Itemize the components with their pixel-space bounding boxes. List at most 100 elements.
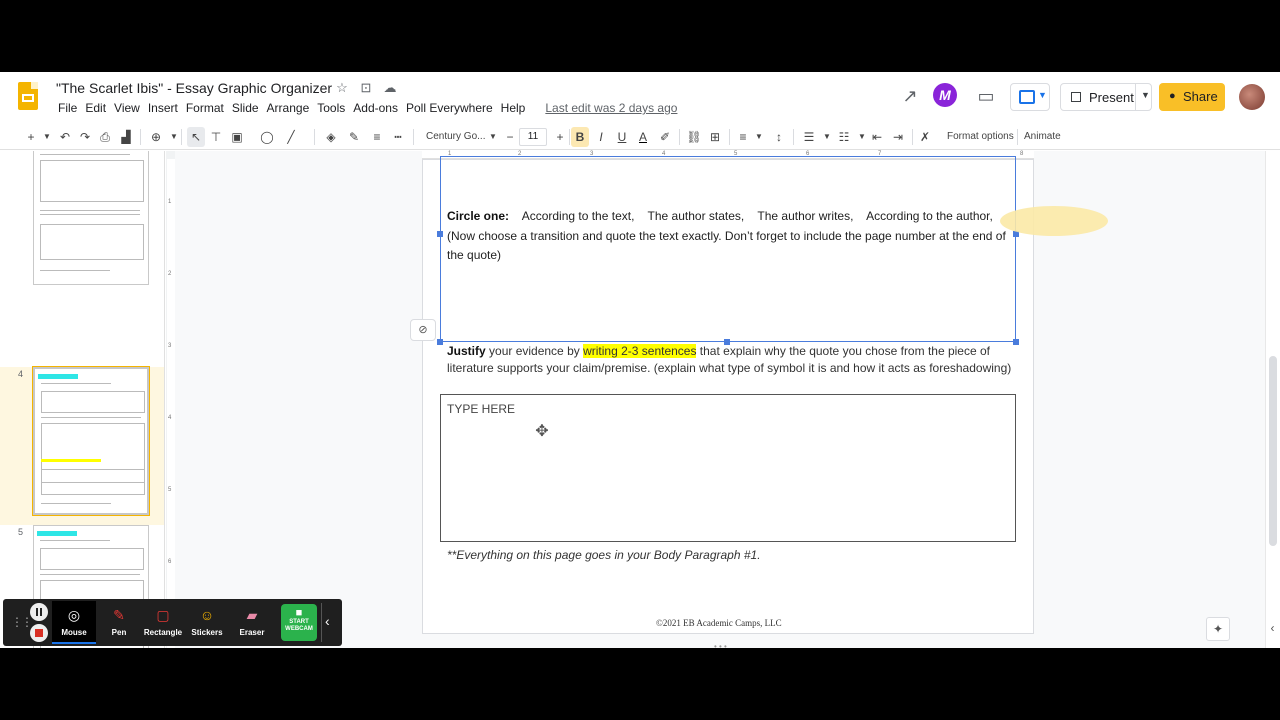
move-folder-icon[interactable]: ⊡	[358, 80, 374, 96]
tool-label: Pen	[111, 628, 127, 637]
star-icon[interactable]: ☆	[334, 80, 350, 96]
eraser-tool-button[interactable]: ▰ Eraser	[230, 601, 274, 644]
canvas-scrollbar[interactable]	[1265, 151, 1280, 648]
image-icon[interactable]: ▣	[228, 127, 246, 147]
chevron-left-icon[interactable]: ‹	[325, 613, 330, 629]
menu-addons[interactable]: Add-ons	[349, 101, 402, 115]
present-button[interactable]: Present ▼	[1060, 83, 1152, 111]
chevron-down-icon[interactable]: ▼	[38, 127, 56, 147]
print-icon[interactable]: ⎙	[96, 127, 114, 147]
mouse-tool-button[interactable]: ◎ Mouse	[52, 601, 96, 644]
justify-instructions[interactable]: Justify your evidence by writing 2-3 sen…	[447, 343, 1013, 376]
menu-tools[interactable]: Tools	[313, 101, 349, 115]
highlight-color-icon[interactable]: ✐	[656, 127, 674, 147]
menu-edit[interactable]: Edit	[81, 101, 110, 115]
person-icon: ●	[1169, 90, 1176, 102]
resize-handle[interactable]	[1013, 339, 1019, 345]
decrease-font-size-icon[interactable]: −	[501, 127, 519, 147]
border-color-icon[interactable]: ✎	[345, 127, 363, 147]
underline-button[interactable]: U	[613, 127, 631, 147]
pause-recording-button[interactable]	[30, 603, 48, 621]
activity-trend-icon[interactable]: ↗	[898, 84, 922, 108]
menu-file[interactable]: File	[54, 101, 81, 115]
sticker-smiley-icon: ☺	[199, 607, 215, 623]
resize-handle[interactable]	[437, 339, 443, 345]
add-comment-icon[interactable]: ⊞	[706, 127, 724, 147]
present-label: Present	[1089, 90, 1134, 105]
no-format-icon[interactable]: ⊘	[410, 319, 436, 341]
slides-app: "The Scarlet Ibis" - Essay Graphic Organ…	[0, 72, 1280, 648]
bold-button[interactable]: B	[571, 127, 589, 147]
border-weight-icon[interactable]: ≡	[368, 127, 386, 147]
explore-icon[interactable]: ✦	[1206, 617, 1230, 641]
webcam-label-line1: START	[289, 619, 309, 625]
decrease-indent-icon[interactable]: ⇤	[868, 127, 886, 147]
text-color-button[interactable]: A	[634, 127, 652, 147]
start-webcam-button[interactable]: ■ START WEBCAM	[281, 604, 317, 641]
format-options-button[interactable]: Format options	[947, 127, 1014, 147]
paint-format-icon[interactable]: ▟	[117, 127, 135, 147]
menu-arrange[interactable]: Arrange	[263, 101, 314, 115]
shape-icon[interactable]: ◯	[258, 127, 276, 147]
menu-format[interactable]: Format	[182, 101, 228, 115]
circle-one-text[interactable]: Circle one: According to the text, The a…	[447, 207, 1007, 266]
menu-insert[interactable]: Insert	[144, 101, 182, 115]
numbered-list-icon[interactable]: ☷	[835, 127, 853, 147]
insert-link-icon[interactable]: ⛓	[685, 127, 703, 147]
slides-logo-icon[interactable]	[18, 82, 38, 110]
zoom-icon[interactable]: ⊕	[147, 127, 165, 147]
fill-color-icon[interactable]: ◈	[322, 127, 340, 147]
footnote[interactable]: **Everything on this page goes in your B…	[447, 548, 761, 562]
chevron-down-icon[interactable]: ▼	[818, 127, 836, 147]
select-pointer-icon[interactable]: ↖	[187, 127, 205, 147]
circle-one-options: According to the text, The author states…	[509, 209, 993, 223]
avatar[interactable]	[1239, 84, 1265, 110]
text-box-icon[interactable]: ⊤	[207, 127, 225, 147]
menu-slide[interactable]: Slide	[228, 101, 263, 115]
rectangle-tool-button[interactable]: ▢ Rectangle	[141, 601, 185, 644]
speaker-notes-grip[interactable]: • • •	[714, 642, 727, 648]
type-here-box[interactable]	[440, 394, 1016, 542]
menu-poll-everywhere[interactable]: Poll Everywhere	[402, 101, 497, 115]
slide-chip	[38, 374, 78, 379]
present-options-button[interactable]: ▼	[1010, 83, 1050, 111]
last-edit-link[interactable]: Last edit was 2 days ago	[541, 101, 681, 115]
chevron-down-icon[interactable]: ▼	[1141, 90, 1150, 100]
stickers-tool-button[interactable]: ☺ Stickers	[185, 601, 229, 644]
bulleted-list-icon[interactable]: ☰	[800, 127, 818, 147]
chevron-down-icon[interactable]: ▼	[484, 127, 502, 147]
slide-thumbnail[interactable]	[33, 151, 149, 285]
undo-icon[interactable]: ↶	[56, 127, 74, 147]
webcam-label-line2: WEBCAM	[285, 626, 313, 632]
increase-font-size-icon[interactable]: +	[551, 127, 569, 147]
comments-icon[interactable]: ▭	[974, 84, 998, 108]
clear-formatting-icon[interactable]: ✗	[916, 127, 934, 147]
menu-view[interactable]: View	[110, 101, 144, 115]
drag-handle-icon[interactable]: ⋮⋮	[11, 615, 33, 629]
rectangle-icon: ▢	[156, 607, 170, 623]
menu-help[interactable]: Help	[497, 101, 530, 115]
italic-button[interactable]: I	[592, 127, 610, 147]
chevron-left-icon[interactable]: ‹	[1265, 618, 1280, 638]
slide-thumbnail-active[interactable]	[33, 367, 149, 515]
pen-tool-button[interactable]: ✎ Pen	[97, 601, 141, 644]
share-button[interactable]: ● Share	[1159, 83, 1225, 111]
chevron-down-icon[interactable]: ▼	[750, 127, 768, 147]
addon-m-icon[interactable]: M	[933, 83, 957, 107]
redo-icon[interactable]: ↷	[76, 127, 94, 147]
screencast-toolbar: ⋮⋮ ◎ Mouse ✎ Pen ▢ Rectangle ☺ Stickers …	[3, 599, 342, 646]
vertical-ruler[interactable]: 1 2 3 4 5 6	[167, 159, 175, 648]
line-spacing-icon[interactable]: ↕	[770, 127, 788, 147]
copyright-text[interactable]: ©2021 EB Academic Camps, LLC	[656, 618, 782, 628]
font-family-select[interactable]: Century Go...	[426, 127, 485, 147]
stop-recording-button[interactable]	[30, 624, 48, 642]
border-dash-icon[interactable]: ┅	[389, 127, 407, 147]
resize-handle[interactable]	[437, 231, 443, 237]
animate-button[interactable]: Animate	[1024, 127, 1061, 147]
increase-indent-icon[interactable]: ⇥	[889, 127, 907, 147]
document-title[interactable]: "The Scarlet Ibis" - Essay Graphic Organ…	[56, 80, 332, 96]
font-size-input[interactable]: 11	[519, 128, 547, 146]
type-here-label[interactable]: TYPE HERE	[447, 402, 515, 416]
line-icon[interactable]: ╱	[282, 127, 300, 147]
cloud-status-icon[interactable]: ☁	[382, 80, 398, 96]
